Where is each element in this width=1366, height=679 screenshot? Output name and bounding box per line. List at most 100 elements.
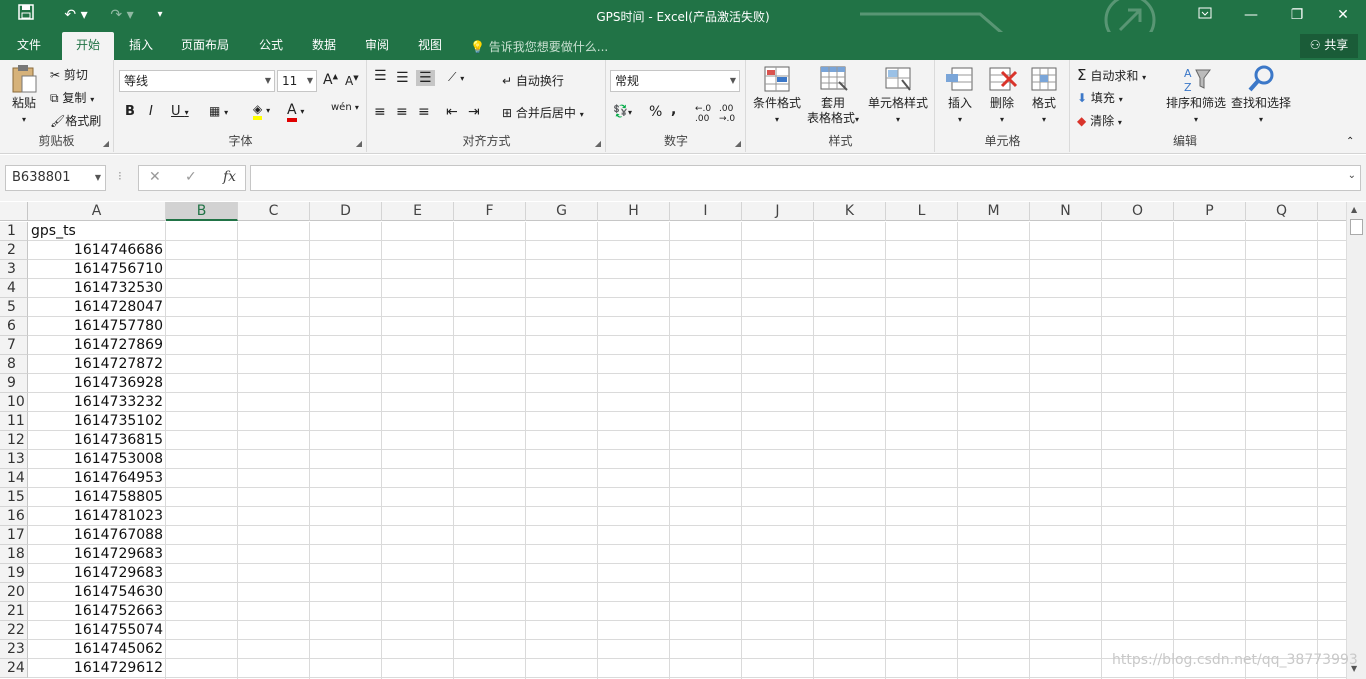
tab-home[interactable]: 开始 bbox=[62, 32, 114, 60]
column-header-b[interactable]: B bbox=[166, 202, 238, 221]
cell-a-value[interactable]: 1614729683 bbox=[28, 564, 166, 583]
merge-center-button[interactable]: ⊞ 合并后居中 ▾ bbox=[502, 104, 584, 121]
grow-font-button[interactable]: A▲ bbox=[323, 72, 338, 88]
row-header[interactable]: 13 bbox=[0, 450, 28, 469]
number-format-select[interactable]: 常规 ▼ bbox=[610, 70, 740, 92]
row-header[interactable]: 16 bbox=[0, 507, 28, 526]
comma-button[interactable]: , bbox=[671, 102, 676, 118]
column-header-j[interactable]: J bbox=[742, 202, 814, 221]
restore-button[interactable]: ❐ bbox=[1274, 0, 1320, 30]
font-size-select[interactable]: 11 ▼ bbox=[277, 70, 317, 92]
row-header[interactable]: 9 bbox=[0, 374, 28, 393]
row-header[interactable]: 20 bbox=[0, 583, 28, 602]
dialog-launcher-icon[interactable]: ◢ bbox=[595, 139, 601, 148]
insert-function-icon[interactable]: fx bbox=[223, 169, 236, 185]
bold-button[interactable]: B bbox=[125, 104, 135, 119]
align-top-icon[interactable]: ☰ bbox=[374, 68, 387, 84]
font-color-button[interactable]: A ▾ bbox=[287, 102, 304, 122]
align-middle-icon[interactable]: ☰ bbox=[396, 70, 409, 86]
row-header[interactable]: 24 bbox=[0, 659, 28, 678]
row-header[interactable]: 21 bbox=[0, 602, 28, 621]
tab-data[interactable]: 数据 bbox=[301, 32, 347, 60]
cell-a-value[interactable]: 1614755074 bbox=[28, 621, 166, 640]
row-header[interactable]: 15 bbox=[0, 488, 28, 507]
fill-color-button[interactable]: ◈ ▾ bbox=[253, 102, 270, 120]
vertical-scrollbar[interactable]: ▲ ▼ bbox=[1346, 202, 1366, 679]
insert-cells-button[interactable]: 插入 ▾ bbox=[940, 64, 980, 127]
row-header[interactable]: 1 bbox=[0, 222, 28, 241]
cancel-icon[interactable]: ✕ bbox=[149, 169, 161, 185]
cell-a-value[interactable]: 1614746686 bbox=[28, 241, 166, 260]
close-button[interactable]: ✕ bbox=[1320, 0, 1366, 30]
column-header-q[interactable]: Q bbox=[1246, 202, 1318, 221]
decrease-indent-icon[interactable]: ⇤ bbox=[446, 104, 458, 120]
format-cells-button[interactable]: 格式 ▾ bbox=[1024, 64, 1064, 127]
cell-a-value[interactable]: 1614781023 bbox=[28, 507, 166, 526]
find-select-button[interactable]: 查找和选择 ▾ bbox=[1229, 64, 1293, 127]
row-header[interactable]: 6 bbox=[0, 317, 28, 336]
dialog-launcher-icon[interactable]: ◢ bbox=[735, 139, 741, 148]
fill-button[interactable]: ⬇ 填充 ▾ bbox=[1077, 89, 1123, 106]
column-header-n[interactable]: N bbox=[1030, 202, 1102, 221]
cell-a-value[interactable]: 1614764953 bbox=[28, 469, 166, 488]
shrink-font-button[interactable]: A▼ bbox=[345, 74, 359, 88]
dialog-launcher-icon[interactable]: ◢ bbox=[356, 139, 362, 148]
currency-icon[interactable]: 💱▾ bbox=[613, 104, 632, 118]
cell-a-header[interactable]: gps_ts bbox=[28, 222, 166, 241]
underline-button[interactable]: U ▾ bbox=[171, 104, 189, 119]
row-header[interactable]: 23 bbox=[0, 640, 28, 659]
align-left-icon[interactable]: ≡ bbox=[374, 104, 386, 120]
row-header[interactable]: 2 bbox=[0, 241, 28, 260]
row-header[interactable]: 10 bbox=[0, 393, 28, 412]
align-center-icon[interactable]: ≡ bbox=[396, 104, 408, 120]
font-name-select[interactable]: 等线 ▼ bbox=[119, 70, 275, 92]
row-header[interactable]: 4 bbox=[0, 279, 28, 298]
scroll-up-icon[interactable]: ▲ bbox=[1351, 205, 1357, 214]
column-header-d[interactable]: D bbox=[310, 202, 382, 221]
select-all-corner[interactable] bbox=[0, 202, 28, 221]
row-header[interactable]: 19 bbox=[0, 564, 28, 583]
cell-a-value[interactable]: 1614757780 bbox=[28, 317, 166, 336]
row-header[interactable]: 18 bbox=[0, 545, 28, 564]
row-header[interactable]: 8 bbox=[0, 355, 28, 374]
row-header[interactable]: 12 bbox=[0, 431, 28, 450]
formula-input[interactable]: ⌄ bbox=[250, 165, 1361, 191]
tab-formulas[interactable]: 公式 bbox=[248, 32, 294, 60]
share-button[interactable]: ⚇ 共享 bbox=[1300, 34, 1358, 58]
cell-a-value[interactable]: 1614727872 bbox=[28, 355, 166, 374]
cell-a-value[interactable]: 1614732530 bbox=[28, 279, 166, 298]
cell-a-value[interactable]: 1614756710 bbox=[28, 260, 166, 279]
increase-indent-icon[interactable]: ⇥ bbox=[468, 104, 480, 120]
column-header-i[interactable]: I bbox=[670, 202, 742, 221]
orientation-icon[interactable]: ⟋ ▾ bbox=[448, 70, 464, 85]
paste-button[interactable]: 粘贴 ▾ bbox=[6, 64, 42, 127]
collapse-ribbon-icon[interactable]: ⌃ bbox=[1346, 136, 1354, 147]
cell-a-value[interactable]: 1614752663 bbox=[28, 602, 166, 621]
tab-review[interactable]: 审阅 bbox=[354, 32, 400, 60]
column-header-a[interactable]: A bbox=[28, 202, 166, 221]
autosum-button[interactable]: Σ 自动求和 ▾ bbox=[1077, 66, 1146, 84]
conditional-formatting-button[interactable]: 条件格式 ▾ bbox=[749, 64, 805, 127]
cell-a-value[interactable]: 1614767088 bbox=[28, 526, 166, 545]
format-painter-button[interactable]: 🖌格式刷 bbox=[50, 112, 101, 129]
cut-button[interactable]: ✂ 剪切 bbox=[50, 66, 88, 83]
cell-a-value[interactable]: 1614758805 bbox=[28, 488, 166, 507]
cell-a-value[interactable]: 1614727869 bbox=[28, 336, 166, 355]
column-header-p[interactable]: P bbox=[1174, 202, 1246, 221]
increase-decimal-icon[interactable]: ←.0.00 bbox=[695, 104, 711, 124]
row-header[interactable]: 3 bbox=[0, 260, 28, 279]
worksheet-grid[interactable]: ABCDEFGHIJKLMNOPQ 1 gps_ts 2 1614746686 3 161… bbox=[0, 202, 1346, 679]
row-header[interactable]: 11 bbox=[0, 412, 28, 431]
clear-button[interactable]: ◆ 清除 ▾ bbox=[1077, 112, 1122, 129]
sort-filter-button[interactable]: AZ 排序和筛选 ▾ bbox=[1165, 64, 1227, 127]
row-header[interactable]: 14 bbox=[0, 469, 28, 488]
column-header-e[interactable]: E bbox=[382, 202, 454, 221]
row-header[interactable]: 22 bbox=[0, 621, 28, 640]
tab-file[interactable]: 文件 bbox=[6, 32, 52, 60]
borders-button[interactable]: ▦ ▾ bbox=[209, 104, 228, 118]
cell-a-value[interactable]: 1614733232 bbox=[28, 393, 166, 412]
row-header[interactable]: 17 bbox=[0, 526, 28, 545]
cell-a-value[interactable]: 1614754630 bbox=[28, 583, 166, 602]
scroll-thumb[interactable] bbox=[1350, 219, 1363, 235]
format-as-table-button[interactable]: 套用 表格格式▾ bbox=[803, 64, 863, 127]
